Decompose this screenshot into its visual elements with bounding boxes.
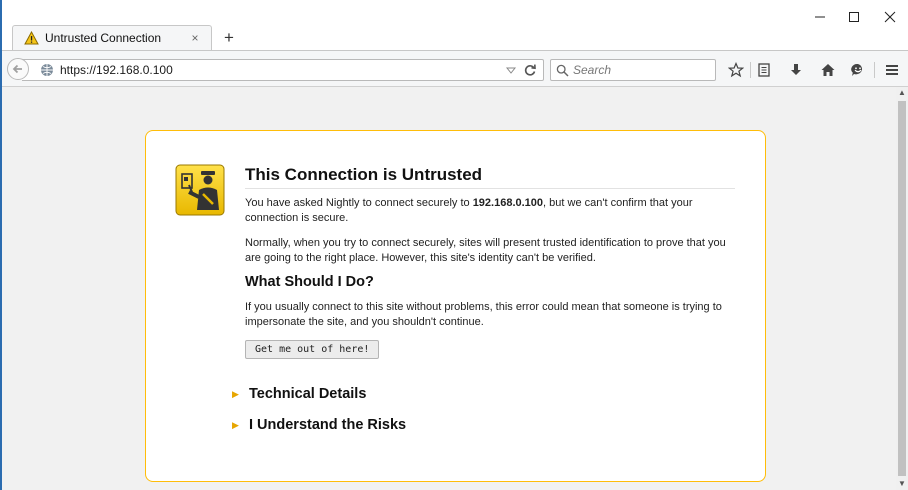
back-button[interactable] [7, 58, 29, 80]
error-title: This Connection is Untrusted [245, 165, 735, 189]
close-window-button[interactable] [878, 6, 902, 28]
minimize-button[interactable] [808, 6, 832, 28]
technical-details-label: Technical Details [249, 386, 367, 402]
back-arrow-icon [12, 64, 22, 74]
search-icon [556, 64, 569, 77]
tab-untrusted-connection[interactable]: Untrusted Connection × [12, 25, 212, 50]
warning-triangle-icon [23, 30, 39, 46]
error-paragraph-1: You have asked Nightly to connect secure… [245, 196, 735, 226]
error-body: This Connection is Untrusted You have as… [245, 165, 735, 359]
maximize-button[interactable] [842, 6, 866, 28]
search-input[interactable]: Search [550, 59, 716, 81]
toolbar-divider [750, 62, 751, 78]
identity-officer-icon [175, 164, 225, 216]
url-bar[interactable]: https://192.168.0.100 [22, 59, 544, 81]
error-paragraph-2: Normally, when you try to connect secure… [245, 237, 726, 264]
scroll-down-arrow-icon[interactable]: ▼ [898, 479, 906, 489]
page-content: This Connection is Untrusted You have as… [2, 87, 896, 490]
hello-chat-icon[interactable] [848, 60, 868, 80]
dropdown-triangle-icon[interactable] [505, 64, 517, 76]
navigation-toolbar: https://192.168.0.100 Search [2, 50, 908, 87]
close-icon [884, 11, 896, 23]
expand-arrow-icon: ▶ [232, 388, 239, 399]
toolbar-divider [874, 62, 875, 78]
new-tab-button[interactable]: + [218, 27, 240, 49]
technical-details-expander[interactable]: ▶ Technical Details [232, 384, 366, 404]
search-placeholder: Search [573, 63, 612, 77]
minimize-icon [815, 16, 825, 18]
menu-icon[interactable] [882, 60, 902, 80]
understand-risks-expander[interactable]: ▶ I Understand the Risks [232, 415, 406, 435]
vertical-scrollbar[interactable]: ▲ ▼ [896, 87, 908, 490]
reload-icon[interactable] [523, 63, 537, 77]
home-icon[interactable] [818, 60, 838, 80]
understand-risks-label: I Understand the Risks [249, 417, 407, 433]
error-host: 192.168.0.100 [472, 197, 544, 209]
tab-strip: Untrusted Connection × + [2, 0, 908, 50]
scroll-up-arrow-icon[interactable]: ▲ [898, 88, 906, 98]
get-me-out-button[interactable]: Get me out of here! [245, 340, 380, 359]
url-text: https://192.168.0.100 [60, 63, 173, 77]
download-icon[interactable] [786, 60, 806, 80]
error-paragraph-3: If you usually connect to this site with… [245, 301, 722, 328]
what-should-i-do-heading: What Should I Do? [245, 274, 374, 290]
scrollbar-thumb[interactable] [898, 101, 906, 476]
tab-close-icon[interactable]: × [187, 30, 203, 46]
expand-arrow-icon: ▶ [232, 419, 239, 430]
star-icon[interactable] [726, 60, 746, 80]
error-paragraph-1-start: You have asked Nightly to connect secure… [245, 197, 473, 209]
globe-icon [40, 63, 54, 77]
error-box: This Connection is Untrusted You have as… [145, 130, 766, 482]
tab-title: Untrusted Connection [45, 31, 162, 45]
reading-list-icon[interactable] [754, 60, 774, 80]
maximize-icon [849, 12, 859, 22]
